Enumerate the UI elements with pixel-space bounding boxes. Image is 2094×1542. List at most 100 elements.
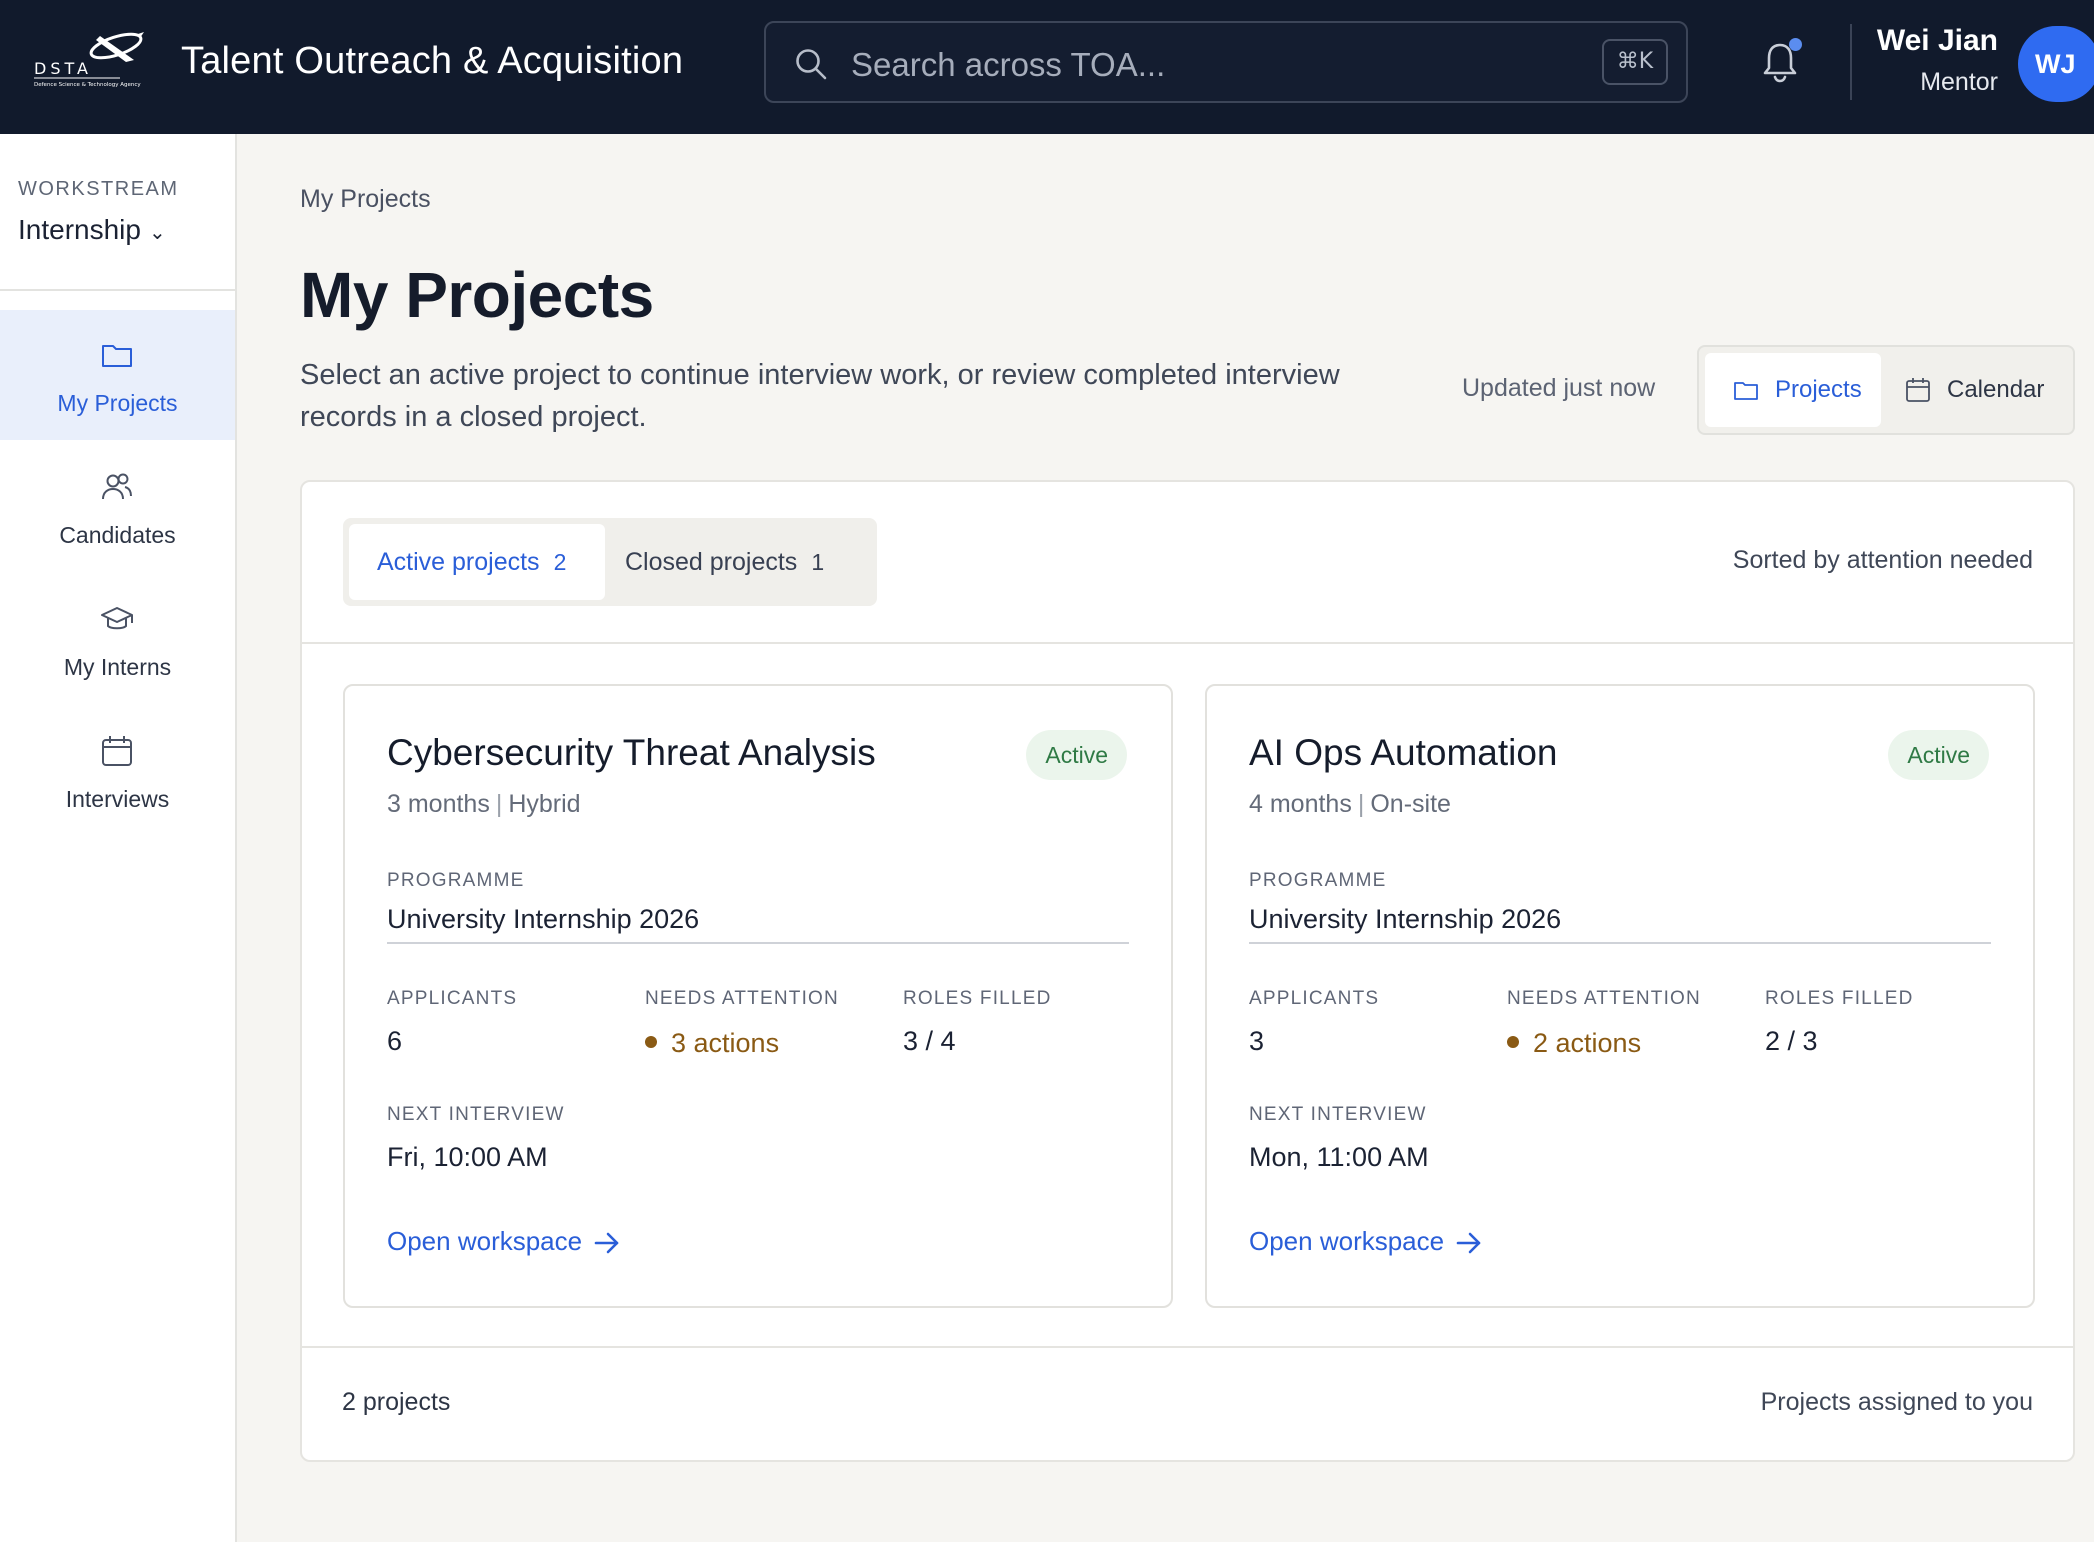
projects-view-label: Projects (1775, 376, 1862, 403)
panel-footer-divider (302, 1346, 2073, 1348)
page-description: Select an active project to continue int… (300, 359, 1340, 433)
open-workspace-link[interactable]: Open workspace (387, 1226, 619, 1257)
calendar-icon (1906, 378, 1930, 402)
sidebar-item-my-interns[interactable]: My Interns (0, 574, 235, 704)
folder-icon (1734, 382, 1758, 400)
roles-value: 3 / 4 (903, 1026, 956, 1056)
status-badge: Active (1026, 730, 1127, 780)
open-workspace-label: Open workspace (1249, 1226, 1445, 1256)
sidebar-item-label: My Interns (63, 654, 172, 680)
page-title: My Projects (300, 259, 654, 331)
tab-count: 2 (553, 549, 567, 575)
search-shortcut-badge: ⌘K (1602, 39, 1668, 85)
applicants-label: APPLICANTS (1249, 988, 1380, 1009)
avatar[interactable]: WJ (2018, 26, 2094, 102)
next-interview-label: NEXT INTERVIEW (387, 1104, 565, 1125)
next-interview-value: Fri, 10:00 AM (387, 1142, 548, 1172)
attention-label: NEEDS ATTENTION (1507, 988, 1701, 1009)
project-meta: 3 months | Hybrid (387, 790, 581, 819)
project-mode: Hybrid (508, 790, 581, 818)
roles-value: 2 / 3 (1765, 1026, 1818, 1056)
tab-closed-projects[interactable]: Closed projects 1 (625, 524, 871, 600)
projects-panel: Active projects 2 Closed projects 1 Sorted… (300, 480, 2075, 1462)
arrow-right-icon (1456, 1232, 1481, 1254)
attention-value[interactable]: 2 actions (1507, 1028, 1641, 1059)
top-bar: DSTA Defence Science & Technology Agency… (0, 0, 2094, 134)
attention-dot (645, 1036, 657, 1048)
sort-note: Sorted by attention needed (1732, 546, 2033, 574)
tab-active-projects[interactable]: Active projects 2 (349, 524, 605, 600)
projects-view-button[interactable]: Projects (1705, 353, 1881, 427)
search-input[interactable]: Search across TOA... (851, 46, 1165, 84)
sidebar: WORKSTREAM Internship ⌄ My Projects Candi… (0, 134, 237, 1542)
tab-count: 1 (811, 549, 825, 575)
project-card[interactable]: Cybersecurity Threat Analysis Active 3 m… (343, 684, 1173, 1308)
calendar-view-button[interactable]: Calendar (1905, 353, 2065, 427)
user-name: Wei Jian (1876, 24, 1998, 57)
sidebar-item-my-projects[interactable]: My Projects (0, 310, 235, 440)
sidebar-item-candidates[interactable]: Candidates (0, 442, 235, 572)
attention-text: 3 actions (671, 1028, 780, 1058)
open-workspace-label: Open workspace (387, 1226, 583, 1256)
tab-label: Active projects (377, 548, 540, 576)
app-title: Talent Outreach & Acquisition (181, 40, 684, 82)
project-meta: 4 months | On-site (1249, 790, 1451, 819)
attention-label: NEEDS ATTENTION (645, 988, 839, 1009)
workstream-value: Internship (18, 214, 141, 245)
logo-wordmark: DSTA (34, 59, 92, 78)
sidebar-item-label: Candidates (59, 522, 176, 548)
project-card[interactable]: AI Ops Automation Active 4 months | On-sit… (1205, 684, 2035, 1308)
programme-divider (1249, 942, 1991, 944)
dsta-logo[interactable]: DSTA Defence Science & Technology Agency (30, 30, 154, 94)
project-title[interactable]: Cybersecurity Threat Analysis (387, 732, 876, 774)
project-count: 2 projects (342, 1388, 451, 1416)
attention-value[interactable]: 3 actions (645, 1028, 779, 1059)
roles-label: ROLES FILLED (903, 988, 1052, 1009)
sidebar-item-interviews[interactable]: Interviews (0, 706, 235, 836)
attention-text: 2 actions (1533, 1028, 1642, 1058)
updated-status: Updated just now (1462, 374, 1656, 402)
meta-separator: | (495, 790, 503, 818)
status-badge: Active (1888, 730, 1989, 780)
project-duration: 3 months (387, 790, 490, 818)
sidebar-divider (0, 289, 237, 291)
next-interview-label: NEXT INTERVIEW (1249, 1104, 1427, 1125)
sidebar-item-label: My Projects (57, 390, 178, 416)
notification-dot (1789, 38, 1802, 51)
dsta-logo-mark: DSTA Defence Science & Technology Agency (34, 32, 144, 88)
user-role: Mentor (1920, 68, 1998, 96)
calendar-view-label: Calendar (1947, 376, 2045, 403)
project-tabs: Active projects 2 Closed projects 1 (343, 518, 877, 606)
programme-value: University Internship 2026 (1249, 904, 1562, 934)
next-interview-value: Mon, 11:00 AM (1249, 1142, 1429, 1172)
programme-value: University Internship 2026 (387, 904, 700, 934)
applicants-value: 3 (1249, 1026, 1265, 1056)
footer-note: Projects assigned to you (1760, 1388, 2033, 1416)
search-icon (796, 49, 827, 80)
project-title[interactable]: AI Ops Automation (1249, 732, 1558, 774)
sidebar-item-label: Interviews (65, 786, 170, 812)
folder-icon (102, 345, 132, 367)
global-search[interactable]: Search across TOA... ⌘K (764, 21, 1688, 103)
arrow-right-icon (594, 1232, 619, 1254)
header-divider (1850, 24, 1852, 100)
logo-subtext: Defence Science & Technology Agency (34, 82, 141, 88)
applicants-value: 6 (387, 1026, 403, 1056)
project-mode: On-site (1370, 790, 1451, 818)
calendar-icon (102, 736, 132, 766)
users-icon (102, 473, 132, 500)
programme-label: PROGRAMME (387, 870, 525, 891)
project-duration: 4 months (1249, 790, 1352, 818)
graduation-cap-icon (101, 607, 133, 630)
applicants-label: APPLICANTS (387, 988, 518, 1009)
breadcrumb[interactable]: My Projects (300, 185, 431, 214)
workstream-select[interactable]: Internship ⌄ (18, 214, 166, 246)
chevron-down-icon: ⌄ (148, 222, 166, 244)
programme-divider (387, 942, 1129, 944)
roles-label: ROLES FILLED (1765, 988, 1914, 1009)
view-toggle: Projects Calendar (1697, 345, 2075, 435)
attention-dot (1507, 1036, 1519, 1048)
meta-separator: | (1357, 790, 1365, 818)
tab-label: Closed projects (625, 548, 798, 576)
open-workspace-link[interactable]: Open workspace (1249, 1226, 1481, 1257)
